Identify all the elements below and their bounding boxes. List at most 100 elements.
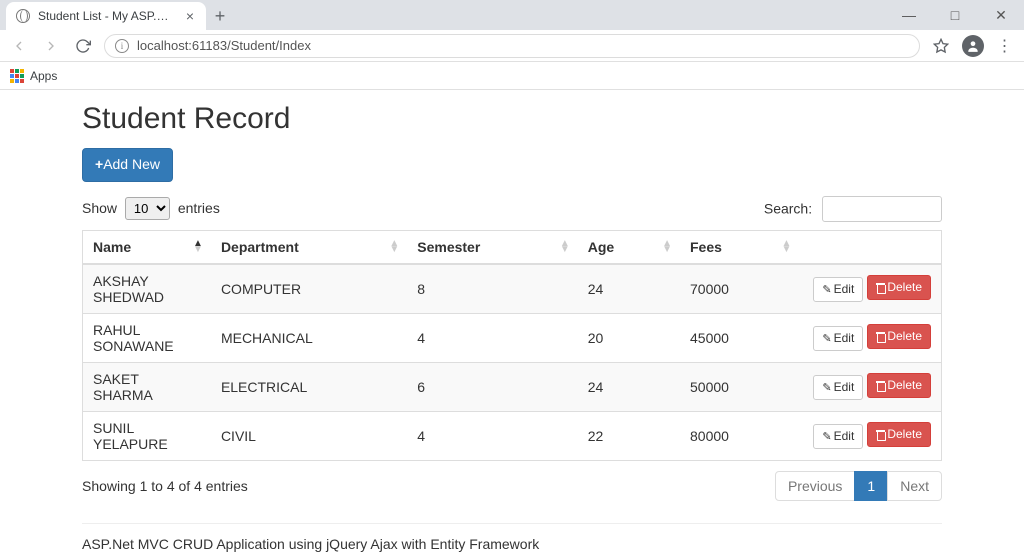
cell-actions: Edit Delete [799, 264, 941, 314]
plus-icon [95, 155, 103, 175]
table-row: SAKET SHARMAELECTRICAL62450000EditDelete [83, 362, 942, 411]
url-text: localhost:61183/Student/Index [137, 38, 311, 53]
length-suffix: entries [178, 200, 220, 216]
info-icon[interactable]: i [115, 39, 129, 53]
cell-name: AKSHAY SHEDWAD [83, 264, 211, 314]
cell-semester: 6 [407, 362, 578, 411]
search-input[interactable] [822, 196, 942, 222]
delete-button[interactable]: Delete [867, 275, 931, 300]
col-name[interactable]: Name▲▼ [83, 230, 211, 264]
edit-button[interactable]: Edit [813, 375, 863, 400]
cell-actions: Edit Delete [799, 411, 941, 460]
page-number-button[interactable]: 1 [854, 471, 888, 501]
trash-icon [876, 381, 885, 391]
edit-label: Edit [834, 330, 855, 347]
sort-icon: ▲▼ [560, 241, 570, 253]
edit-label: Edit [834, 281, 855, 298]
page-title: Student Record [82, 102, 942, 136]
students-table: Name▲▼ Department▲▼ Semester▲▼ Age▲▼ Fee… [82, 230, 942, 461]
edit-button[interactable]: Edit [813, 277, 863, 302]
cell-fees: 80000 [680, 411, 799, 460]
search-control: Search: [764, 196, 942, 222]
new-tab-button[interactable]: + [206, 2, 234, 30]
edit-button[interactable]: Edit [813, 424, 863, 449]
close-icon[interactable]: × [184, 8, 196, 24]
tab-title: Student List - My ASP.NET Applic [38, 9, 176, 23]
entries-length-control: Show 10 entries [82, 197, 220, 220]
cell-age: 20 [578, 313, 680, 362]
table-header-row: Name▲▼ Department▲▼ Semester▲▼ Age▲▼ Fee… [83, 230, 942, 264]
window-maximize-button[interactable]: □ [932, 0, 978, 30]
cell-fees: 45000 [680, 313, 799, 362]
pagination: Previous 1 Next [776, 471, 942, 501]
col-age[interactable]: Age▲▼ [578, 230, 680, 264]
pencil-icon [822, 379, 833, 396]
cell-actions: Edit Delete [799, 362, 941, 411]
cell-age: 22 [578, 411, 680, 460]
star-icon[interactable] [930, 38, 952, 54]
cell-semester: 4 [407, 313, 578, 362]
window-minimize-button[interactable]: — [886, 0, 932, 30]
trash-icon [876, 332, 885, 342]
window-close-button[interactable]: ✕ [978, 0, 1024, 30]
cell-age: 24 [578, 264, 680, 314]
cell-department: CIVIL [211, 411, 407, 460]
col-actions [799, 230, 941, 264]
browser-tab[interactable]: Student List - My ASP.NET Applic × [6, 2, 206, 30]
sort-icon: ▲▼ [662, 241, 672, 253]
cell-department: MECHANICAL [211, 313, 407, 362]
edit-button[interactable]: Edit [813, 326, 863, 351]
profile-icon[interactable] [962, 35, 984, 57]
col-department[interactable]: Department▲▼ [211, 230, 407, 264]
delete-label: Delete [887, 279, 922, 296]
col-semester[interactable]: Semester▲▼ [407, 230, 578, 264]
page-prev-button[interactable]: Previous [775, 471, 855, 501]
delete-button[interactable]: Delete [867, 373, 931, 398]
delete-label: Delete [887, 377, 922, 394]
sort-icon: ▲▼ [193, 241, 203, 253]
cell-age: 24 [578, 362, 680, 411]
col-fees[interactable]: Fees▲▼ [680, 230, 799, 264]
divider [82, 523, 942, 524]
page-content: Student Record Add New Show 10 entries S… [0, 90, 1024, 552]
cell-department: COMPUTER [211, 264, 407, 314]
address-bar[interactable]: i localhost:61183/Student/Index [104, 34, 920, 58]
edit-label: Edit [834, 428, 855, 445]
pencil-icon [822, 330, 833, 347]
delete-button[interactable]: Delete [867, 324, 931, 349]
edit-label: Edit [834, 379, 855, 396]
table-row: SUNIL YELAPURECIVIL42280000 Edit Delete [83, 411, 942, 460]
length-select[interactable]: 10 [125, 197, 170, 220]
trash-icon [876, 430, 885, 440]
page-next-button[interactable]: Next [887, 471, 942, 501]
footer-text: ASP.Net MVC CRUD Application using jQuer… [82, 536, 942, 552]
cell-fees: 70000 [680, 264, 799, 314]
forward-icon[interactable] [40, 38, 62, 54]
length-prefix: Show [82, 200, 117, 216]
pencil-icon [822, 281, 833, 298]
menu-icon[interactable]: ⋮ [994, 36, 1016, 56]
cell-semester: 8 [407, 264, 578, 314]
trash-icon [876, 283, 885, 293]
cell-semester: 4 [407, 411, 578, 460]
browser-toolbar: i localhost:61183/Student/Index ⋮ [0, 30, 1024, 62]
reload-icon[interactable] [72, 38, 94, 54]
cell-name: RAHUL SONAWANE [83, 313, 211, 362]
apps-label[interactable]: Apps [30, 69, 57, 83]
cell-name: SAKET SHARMA [83, 362, 211, 411]
table-info: Showing 1 to 4 of 4 entries [82, 478, 248, 494]
search-label: Search: [764, 200, 812, 216]
delete-label: Delete [887, 426, 922, 443]
globe-icon [16, 9, 30, 23]
delete-label: Delete [887, 328, 922, 345]
apps-icon[interactable] [10, 69, 24, 83]
sort-icon: ▲▼ [389, 241, 399, 253]
delete-button[interactable]: Delete [867, 422, 931, 447]
browser-tabstrip: Student List - My ASP.NET Applic × + — □… [0, 0, 1024, 30]
cell-name: SUNIL YELAPURE [83, 411, 211, 460]
cell-department: ELECTRICAL [211, 362, 407, 411]
add-new-button[interactable]: Add New [82, 148, 173, 182]
pencil-icon [822, 428, 833, 445]
bookmarks-bar: Apps [0, 62, 1024, 90]
back-icon[interactable] [8, 38, 30, 54]
